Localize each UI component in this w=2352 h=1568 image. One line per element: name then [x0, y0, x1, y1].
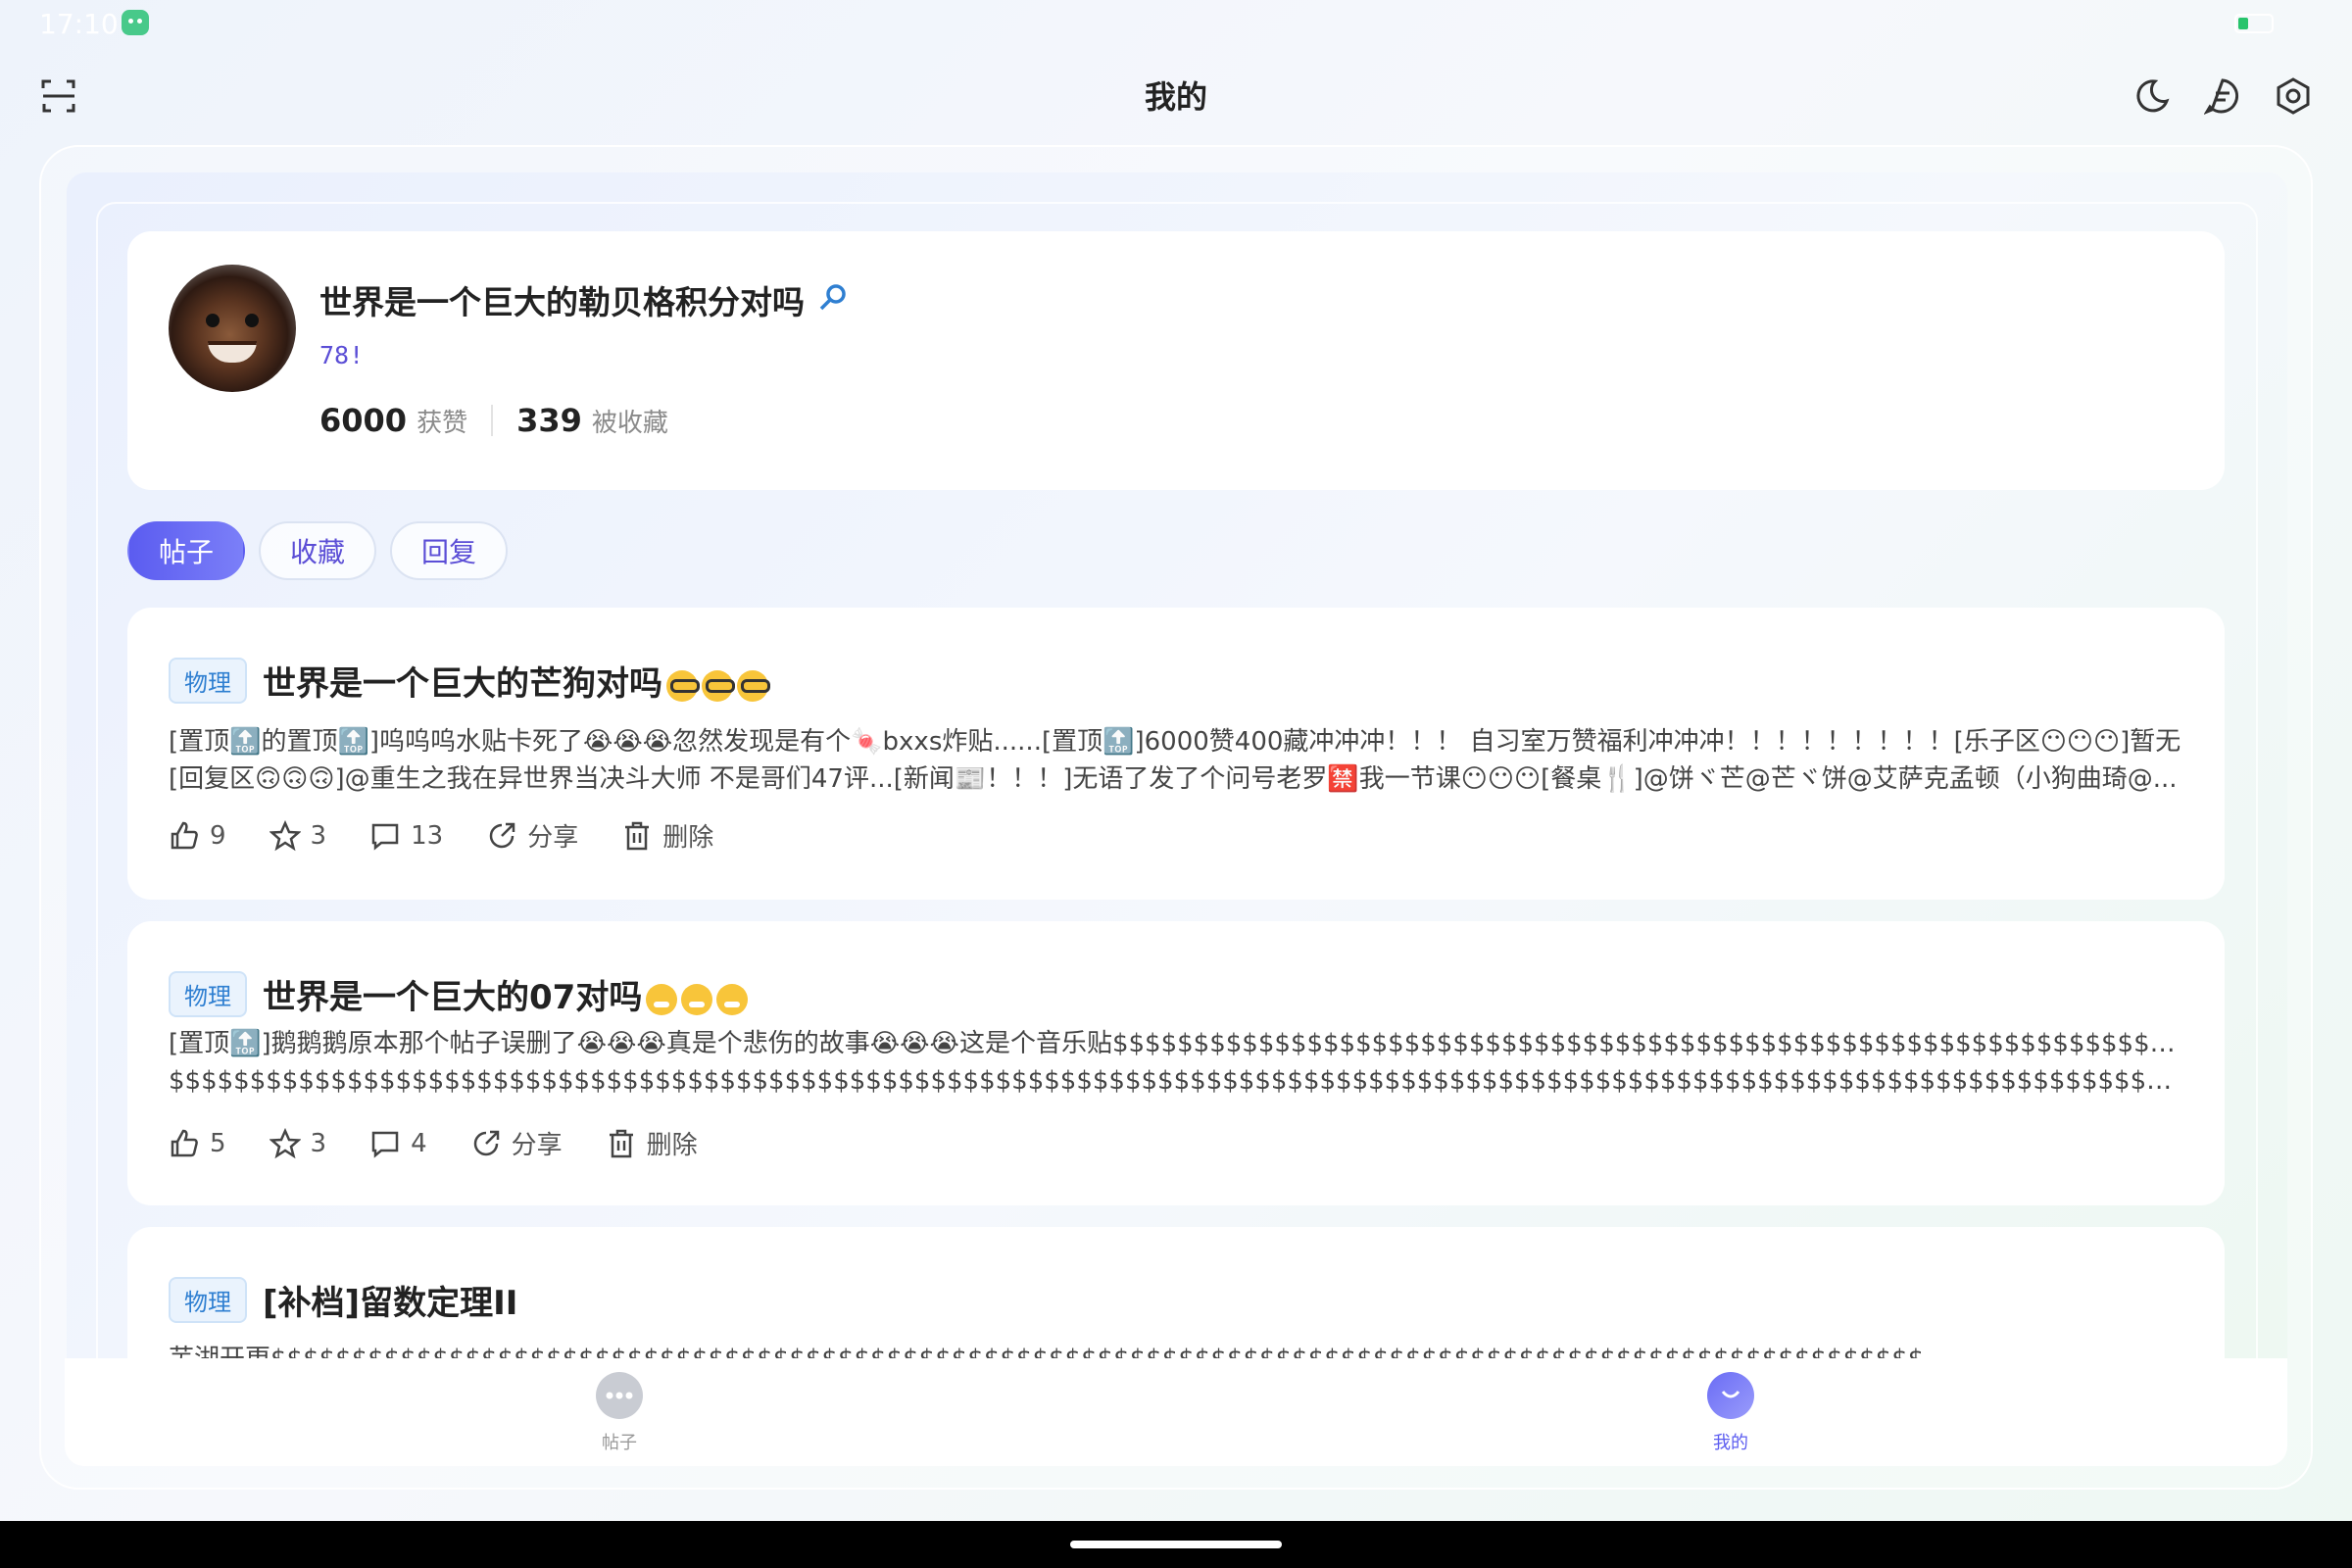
share-icon [473, 1130, 499, 1155]
post-card[interactable]: 物理 世界是一个巨大的07对吗 [置顶🔝]鹅鹅鹅原本那个帖子误删了😭😭😭真是个悲… [127, 921, 2225, 1205]
star-button[interactable]: 3 [269, 819, 327, 852]
settings-icon[interactable] [2272, 74, 2315, 118]
post-body: [置顶🔝的置顶🔝]呜呜呜水贴卡死了😭😭😭忽然发现是有个🍬bxxs炸贴......… [169, 723, 2183, 798]
delete-button[interactable]: 删除 [621, 817, 713, 854]
stats-divider [491, 405, 494, 436]
post-body-line: [置顶🔝的置顶🔝]呜呜呜水贴卡死了😭😭😭忽然发现是有个🍬bxxs炸贴......… [169, 727, 2181, 757]
nav-item-mine[interactable]: 我的 [1672, 1372, 1789, 1454]
likes-count: 6000 [319, 402, 408, 439]
comment-button[interactable]: 13 [369, 820, 443, 852]
share-label: 分享 [511, 1131, 563, 1160]
like-button[interactable]: 5 [169, 1128, 226, 1159]
star-count: 3 [310, 1128, 327, 1158]
trash-icon [625, 821, 650, 850]
delete-button[interactable]: 删除 [606, 1125, 698, 1161]
profile-signature: 78! [319, 341, 365, 369]
app-bot-icon [122, 10, 149, 35]
bottom-nav: 帖子 我的 [65, 1358, 2287, 1466]
comment-button[interactable]: 4 [369, 1128, 427, 1159]
share-icon [489, 822, 515, 848]
likes-label: 获赞 [416, 408, 468, 438]
post-body-line: [置顶🔝]鹅鹅鹅原本那个帖子误删了😭😭😭真是个悲伤的故事😭😭😭这是个音乐贴$$$… [169, 1029, 2183, 1058]
status-bar: 17:10 [0, 0, 2352, 47]
post-category-tag: 物理 [169, 658, 247, 704]
share-label: 分享 [527, 823, 579, 853]
like-count: 5 [210, 1128, 226, 1158]
battery-icon [2234, 14, 2274, 33]
comment-icon [371, 823, 399, 851]
post-category-tag: 物理 [169, 1277, 247, 1323]
main-panel: 世界是一个巨大的勒贝格积分对吗 78! 6000 获赞 339 被收藏 帖子 收… [67, 172, 2287, 1466]
like-button[interactable]: 9 [169, 820, 226, 852]
profile-stats: 6000 获赞 339 被收藏 [319, 402, 668, 439]
post-header: 物理 世界是一个巨大的07对吗 [169, 970, 749, 1018]
post-title[interactable]: [补档]留数定理II [263, 1276, 517, 1324]
night-mode-icon[interactable] [2131, 74, 2174, 118]
comment-count: 13 [411, 820, 444, 851]
post-header: 物理 世界是一个巨大的芒狗对吗 [169, 657, 770, 705]
post-actions: 5 3 4 分享 删除 [169, 1125, 698, 1161]
star-button[interactable]: 3 [269, 1127, 327, 1159]
nav-label: 我的 [1713, 1433, 1748, 1453]
collected-count: 339 [516, 402, 582, 439]
post-card[interactable]: 物理 世界是一个巨大的芒狗对吗 [置顶🔝的置顶🔝]呜呜呜水贴卡死了😭😭😭忽然发现… [127, 608, 2225, 900]
post-actions: 9 3 13 分享 删除 [169, 817, 713, 854]
nerd-face-icon [666, 669, 700, 702]
profile-card: 世界是一个巨大的勒贝格积分对吗 78! 6000 获赞 339 被收藏 [127, 231, 2225, 490]
home-indicator[interactable] [1070, 1541, 1282, 1548]
sneezing-face-icon [646, 983, 678, 1015]
delete-label: 删除 [646, 1131, 698, 1160]
tab-posts[interactable]: 帖子 [127, 521, 246, 580]
like-count: 9 [210, 820, 226, 851]
gender-male-icon [818, 281, 848, 319]
avatar[interactable] [169, 265, 296, 392]
system-nav-bar [0, 1521, 2352, 1568]
post-category-tag: 物理 [169, 971, 247, 1017]
star-icon [269, 819, 301, 851]
star-count: 3 [310, 820, 327, 851]
nav-label: 帖子 [602, 1433, 637, 1453]
post-header: 物理 [补档]留数定理II [169, 1276, 517, 1324]
profile-name-row: 世界是一个巨大的勒贝格积分对吗 [319, 276, 848, 323]
status-time: 17:10 [39, 8, 119, 40]
profile-tabs: 帖子 收藏 回复 [127, 521, 509, 580]
post-body: [置顶🔝]鹅鹅鹅原本那个帖子误删了😭😭😭真是个悲伤的故事😭😭😭这是个音乐贴$$$… [169, 1025, 2183, 1100]
tab-replies[interactable]: 回复 [390, 521, 509, 580]
sneezing-face-icon [716, 983, 749, 1015]
share-button[interactable]: 分享 [470, 1125, 563, 1161]
sneezing-face-icon [681, 983, 713, 1015]
trash-icon [609, 1129, 633, 1157]
tab-favorites[interactable]: 收藏 [259, 521, 377, 580]
collected-label: 被收藏 [591, 408, 668, 438]
post-title[interactable]: 世界是一个巨大的芒狗对吗 [263, 657, 770, 705]
top-bar: 我的 [0, 61, 2352, 131]
post-title[interactable]: 世界是一个巨大的07对吗 [263, 970, 749, 1018]
page-title: 我的 [1144, 78, 1207, 116]
profile-smile-icon [1707, 1372, 1754, 1419]
thumbs-up-icon [171, 821, 198, 849]
share-button[interactable]: 分享 [486, 817, 578, 854]
nav-item-posts[interactable]: 帖子 [561, 1372, 678, 1454]
delete-label: 删除 [662, 823, 714, 853]
post-body-line: $$$$$$$$$$$$$$$$$$$$$$$$$$$$$$$$$$$$$$$$… [169, 1066, 2183, 1096]
star-icon [269, 1127, 301, 1158]
profile-name: 世界是一个巨大的勒贝格积分对吗 [319, 283, 805, 321]
thumbs-up-icon [171, 1129, 198, 1156]
chat-bubble-icon [596, 1372, 643, 1419]
comment-count: 4 [411, 1128, 427, 1158]
nerd-face-icon [737, 669, 770, 702]
comment-icon [371, 1131, 399, 1158]
message-icon[interactable] [2201, 74, 2244, 118]
nerd-face-icon [702, 669, 735, 702]
post-body-line: [回复区🙃🙃🙃]@重生之我在异世界当决斗大师 不是哥们47评...[新闻📰！！！… [169, 764, 2178, 794]
